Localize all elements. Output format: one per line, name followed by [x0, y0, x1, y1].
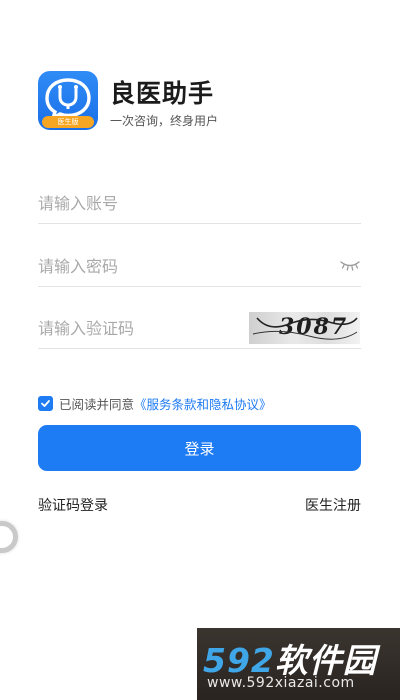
watermark-url: www.592xiazai.com [207, 675, 355, 691]
app-title: 良医助手 [110, 79, 215, 108]
account-field [38, 184, 361, 224]
check-icon [41, 399, 50, 407]
site-watermark: 592软件园 www.592xiazai.com [197, 628, 400, 700]
agreement-checkbox[interactable] [38, 395, 53, 411]
doctor-edition-badge: 医生版 [42, 116, 94, 128]
app-logo: 医生版 [38, 71, 98, 130]
captcha-noise-lines [252, 317, 358, 340]
code-login-link[interactable]: 验证码登录 [38, 495, 108, 515]
password-input[interactable] [38, 247, 288, 285]
login-button[interactable]: 登录 [38, 425, 361, 471]
password-field [38, 247, 361, 287]
verification-code-field: 3087 [38, 309, 361, 349]
captcha-image[interactable]: 3087 [249, 312, 360, 344]
agreement-row: 已阅读并同意 《服务条款和隐私协议》 [38, 394, 272, 413]
terms-privacy-link[interactable]: 《服务条款和隐私协议》 [134, 394, 272, 413]
agreement-text: 已阅读并同意 [59, 396, 135, 412]
eye-closed-icon[interactable] [340, 258, 360, 272]
app-slogan: 一次咨询，终身用户 [110, 114, 219, 128]
verification-code-input[interactable] [38, 309, 238, 347]
doctor-register-link[interactable]: 医生注册 [305, 495, 361, 515]
account-input[interactable] [38, 184, 288, 222]
floating-assistive-ball[interactable] [0, 521, 18, 553]
